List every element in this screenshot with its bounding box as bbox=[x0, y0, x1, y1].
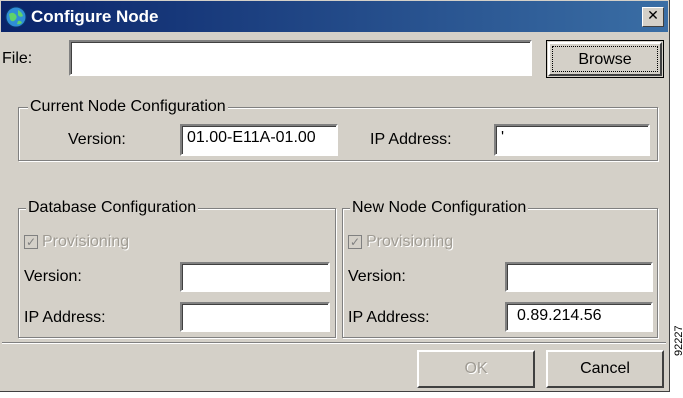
database-version-field[interactable] bbox=[180, 262, 330, 292]
database-ip-label: IP Address: bbox=[24, 309, 106, 326]
database-provisioning-label: Provisioning bbox=[42, 233, 130, 250]
new-node-version-label: Version: bbox=[348, 268, 406, 285]
check-icon: ✓ bbox=[25, 235, 37, 249]
close-icon: ✕ bbox=[647, 8, 659, 24]
window-title: Configure Node bbox=[31, 7, 159, 26]
database-provisioning-checkbox[interactable]: ✓ bbox=[24, 235, 38, 249]
current-version-field[interactable]: 01.00-E11A-01.00 bbox=[180, 124, 338, 156]
browse-button-label: Browse bbox=[552, 46, 658, 72]
current-node-title: Current Node Configuration bbox=[28, 98, 228, 116]
current-ip-field[interactable]: ' bbox=[494, 124, 650, 156]
new-node-ip-label: IP Address: bbox=[348, 309, 430, 326]
new-node-title: New Node Configuration bbox=[350, 199, 529, 217]
title-bar[interactable]: Configure Node ✕ bbox=[1, 1, 668, 32]
new-node-version-field[interactable] bbox=[505, 262, 653, 292]
new-node-provisioning-label: Provisioning bbox=[366, 233, 454, 250]
database-title: Database Configuration bbox=[26, 199, 199, 217]
button-separator bbox=[2, 342, 666, 344]
check-icon: ✓ bbox=[349, 235, 361, 249]
file-input[interactable] bbox=[69, 40, 532, 76]
file-label: File: bbox=[2, 50, 33, 67]
figure-id: 92227 bbox=[673, 325, 683, 356]
current-ip-label: IP Address: bbox=[370, 131, 452, 148]
new-node-provisioning-checkbox[interactable]: ✓ bbox=[348, 235, 362, 249]
browse-button[interactable]: Browse bbox=[546, 40, 664, 78]
configure-node-dialog: Configure Node ✕ File: Browse Current No… bbox=[0, 0, 670, 392]
cancel-button[interactable]: Cancel bbox=[546, 350, 664, 388]
ok-button[interactable]: OK bbox=[417, 350, 535, 388]
database-ip-field[interactable] bbox=[180, 302, 330, 332]
close-button[interactable]: ✕ bbox=[642, 7, 664, 27]
current-version-label: Version: bbox=[68, 131, 126, 148]
globe-icon bbox=[5, 6, 27, 28]
new-node-ip-field[interactable]: 0.89.214.56 bbox=[505, 302, 653, 332]
database-version-label: Version: bbox=[24, 268, 82, 285]
